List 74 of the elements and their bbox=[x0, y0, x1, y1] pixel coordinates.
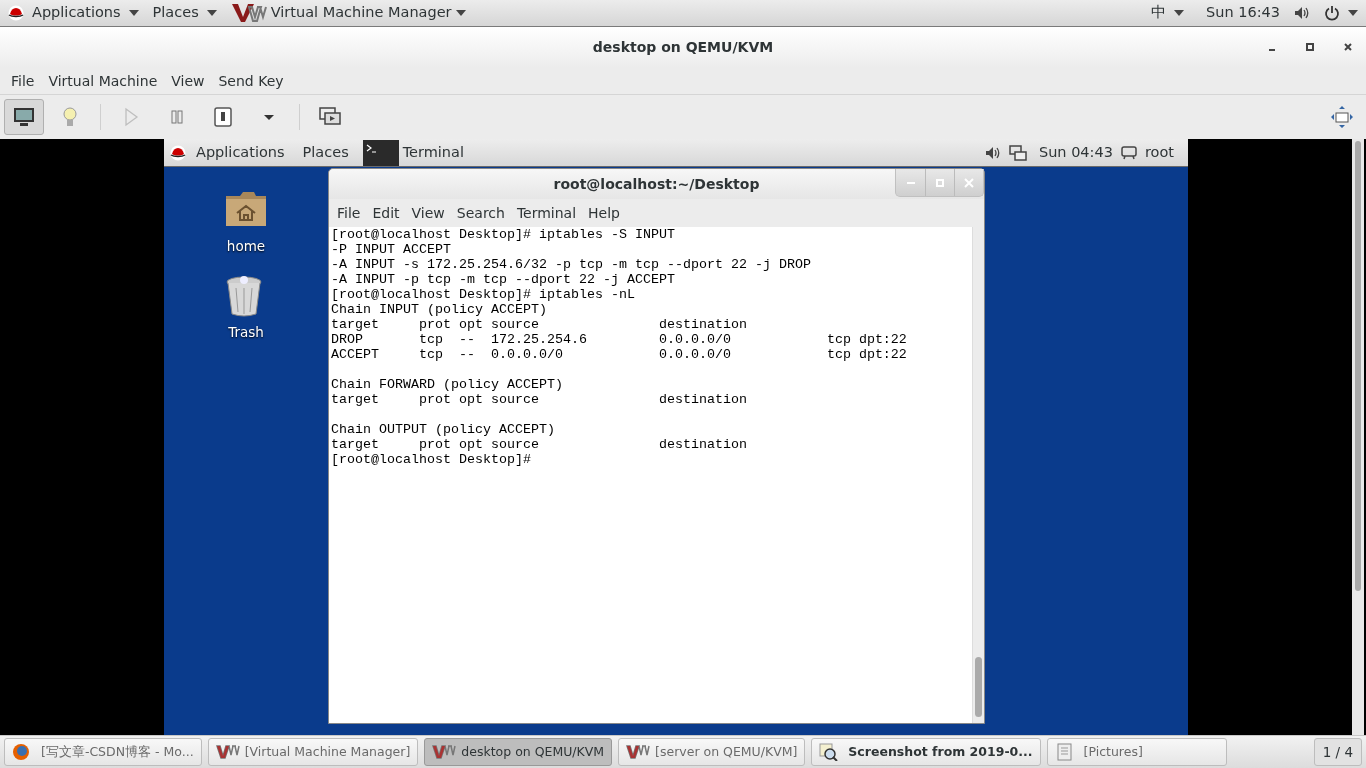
vm-logo-icon bbox=[432, 743, 457, 761]
terminal-line: DROP tcp -- 172.25.254.6 0.0.0.0/0 tcp dpt:22 bbox=[331, 332, 908, 347]
terminal-line: target prot opt source destination bbox=[331, 437, 748, 452]
scrollbar[interactable] bbox=[972, 227, 984, 723]
menu-item[interactable]: File bbox=[8, 70, 38, 92]
vm-logo-icon bbox=[215, 743, 240, 761]
icon-label[interactable]: home bbox=[226, 236, 266, 257]
scrollbar-thumb[interactable] bbox=[975, 657, 982, 717]
maximize-icon bbox=[1306, 43, 1314, 51]
taskbar-item[interactable]: [写文章-CSDN博客 - Mo... bbox=[4, 738, 202, 766]
menu-item[interactable]: Help bbox=[584, 202, 624, 224]
user-menu[interactable]: root bbox=[1144, 141, 1174, 164]
taskbar-item[interactable]: desktop on QEMU/KVM bbox=[424, 738, 613, 766]
window-title: root@localhost:~/Desktop bbox=[553, 174, 760, 194]
power-switch-icon bbox=[211, 105, 235, 129]
menu-item[interactable]: Send Key bbox=[215, 70, 287, 92]
menu-item[interactable]: Terminal bbox=[512, 202, 581, 224]
terminal-line: [root@localhost Desktop]# iptables -nL bbox=[331, 287, 636, 302]
taskbar-item[interactable]: Screenshot from 2019-0... bbox=[811, 738, 1041, 766]
menu-item[interactable]: Search bbox=[452, 202, 509, 224]
taskbar-item[interactable]: [server on QEMU/KVM] bbox=[618, 738, 806, 766]
workspace-switcher[interactable]: 1 / 4 bbox=[1313, 738, 1362, 766]
close-icon bbox=[964, 177, 974, 188]
menu-item[interactable]: View bbox=[168, 70, 208, 92]
network-icon[interactable] bbox=[1008, 144, 1027, 161]
applications-menu[interactable]: Applications bbox=[196, 141, 285, 164]
caret-icon bbox=[1174, 10, 1184, 16]
terminal-line: target prot opt source destination bbox=[331, 317, 748, 332]
hat-logo-icon bbox=[170, 144, 186, 161]
menu-item[interactable]: Edit bbox=[368, 202, 404, 224]
caret-icon bbox=[264, 114, 274, 120]
volume-icon[interactable] bbox=[1294, 5, 1310, 21]
terminal-icon bbox=[362, 139, 399, 166]
terminal-line: -A INPUT -p tcp -m tcp --dport 22 -j ACCEPT bbox=[331, 272, 676, 287]
caret-icon bbox=[206, 10, 217, 16]
caret-icon bbox=[128, 10, 139, 16]
scrollbar[interactable] bbox=[1352, 139, 1364, 735]
terminal-line: Chain FORWARD (policy ACCEPT) bbox=[331, 377, 564, 392]
places-menu[interactable]: Places bbox=[152, 2, 199, 24]
applications-menu[interactable]: Applications bbox=[32, 2, 121, 24]
vm-logo-icon bbox=[230, 3, 267, 23]
monitor-icon bbox=[12, 105, 36, 129]
terminal-line: Chain INPUT (policy ACCEPT) bbox=[331, 302, 548, 317]
hat-logo-icon bbox=[8, 5, 24, 21]
power-icon[interactable] bbox=[1324, 5, 1340, 21]
input-method-indicator[interactable]: 中 bbox=[1151, 2, 1166, 24]
close-icon bbox=[1344, 43, 1352, 51]
places-menu[interactable]: Places bbox=[302, 141, 349, 164]
terminal-line: ACCEPT tcp -- 0.0.0.0/0 0.0.0.0/0 tcp dpt:22 bbox=[331, 347, 908, 362]
taskbar-item[interactable]: [Virtual Machine Manager] bbox=[207, 738, 419, 766]
menu-item[interactable]: File bbox=[333, 202, 365, 224]
minimize-icon bbox=[906, 181, 915, 184]
caret-icon bbox=[455, 10, 466, 16]
resize-arrows-icon bbox=[1330, 105, 1354, 129]
scrollbar-thumb[interactable] bbox=[1355, 141, 1361, 591]
terminal-line: [root@localhost Desktop]# bbox=[331, 452, 532, 467]
menu-item[interactable]: View bbox=[407, 202, 449, 224]
app-menu[interactable]: Terminal bbox=[402, 141, 464, 164]
app-menu[interactable]: Virtual Machine Manager bbox=[270, 2, 452, 24]
terminal-line: -A INPUT -s 172.25.254.6/32 -p tcp -m tcp --dport 22 -j DROP bbox=[331, 257, 812, 272]
vm-logo-icon bbox=[626, 743, 651, 761]
clock[interactable]: Sun 16:43 bbox=[1206, 2, 1280, 24]
icon-label[interactable]: Trash bbox=[228, 322, 264, 343]
terminal-line: target prot opt source destination bbox=[331, 392, 748, 407]
terminal-line: -P INPUT ACCEPT bbox=[331, 242, 452, 257]
clock[interactable]: Sun 04:43 bbox=[1038, 141, 1113, 164]
monitor-button[interactable] bbox=[4, 99, 44, 135]
taskbar-item[interactable]: [Pictures] bbox=[1046, 738, 1227, 766]
menu-item[interactable]: Virtual Machine bbox=[45, 70, 161, 92]
terminal-line: [root@localhost Desktop]# iptables -S INPUT bbox=[331, 227, 676, 242]
terminal-line: Chain OUTPUT (policy ACCEPT) bbox=[331, 422, 556, 437]
caret-icon bbox=[1348, 10, 1358, 16]
window-title: desktop on QEMU/KVM bbox=[592, 38, 774, 57]
maximize-icon bbox=[936, 178, 944, 187]
